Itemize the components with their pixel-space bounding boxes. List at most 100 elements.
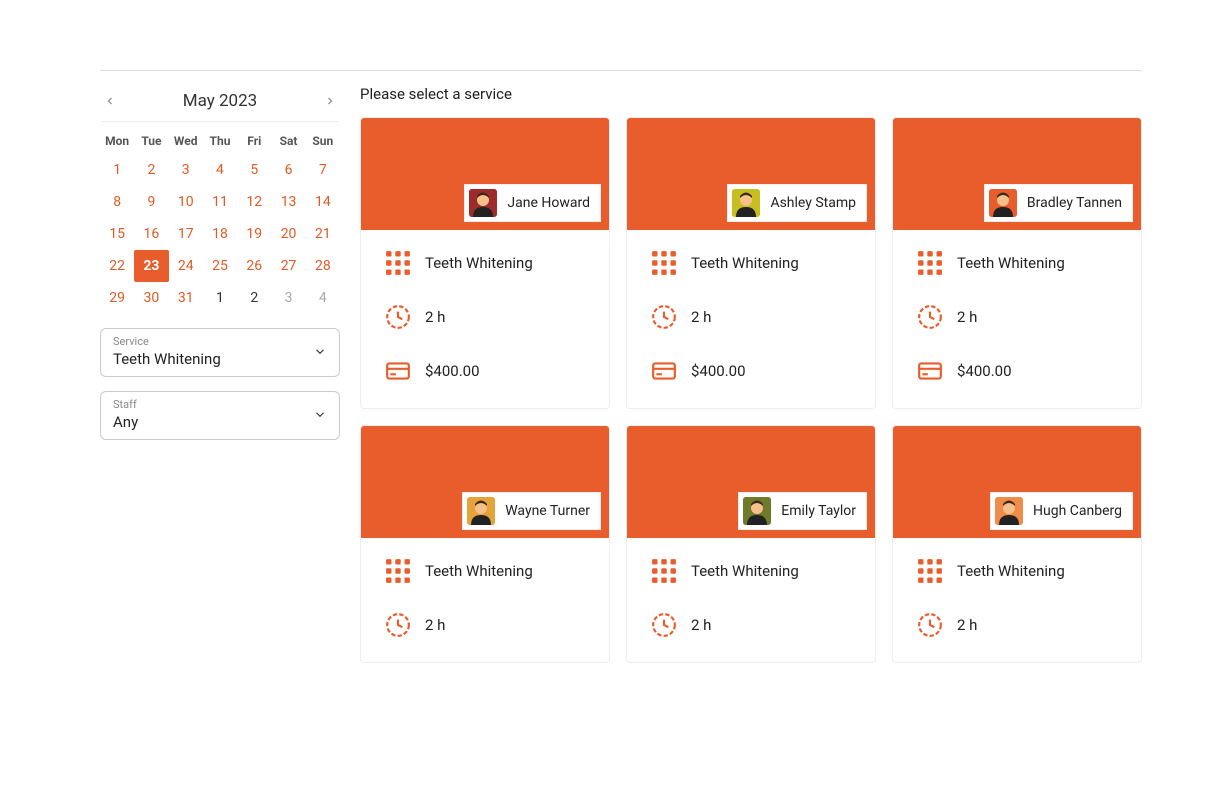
chevron-left-icon <box>104 95 116 107</box>
calendar-day[interactable]: 27 <box>271 250 305 282</box>
calendar-day[interactable]: 1 <box>100 154 134 186</box>
calendar-day[interactable]: 23 <box>134 250 168 282</box>
card-header: Emily Taylor <box>627 426 875 538</box>
card-service-row: Teeth Whitening <box>651 558 851 584</box>
calendar-title: May 2023 <box>183 91 257 111</box>
payment-card-icon <box>917 358 943 384</box>
card-duration: 2 h <box>425 308 445 326</box>
calendar-day[interactable]: 4 <box>203 154 237 186</box>
card-service: Teeth Whitening <box>691 562 799 580</box>
calendar-day[interactable]: 12 <box>237 186 271 218</box>
calendar-day[interactable]: 21 <box>306 218 340 250</box>
staff-select[interactable]: Staff Any <box>100 391 340 440</box>
card-service: Teeth Whitening <box>957 254 1065 272</box>
calendar-day[interactable]: 29 <box>100 282 134 314</box>
clock-icon <box>385 304 411 330</box>
calendar-day[interactable]: 30 <box>134 282 168 314</box>
card-header: Wayne Turner <box>361 426 609 538</box>
service-card[interactable]: Jane Howard Teeth Whitening 2 h $400.00 <box>360 117 610 409</box>
card-body: Teeth Whitening 2 h <box>893 538 1141 662</box>
calendar-day[interactable]: 5 <box>237 154 271 186</box>
card-body: Teeth Whitening 2 h $400.00 <box>627 230 875 408</box>
card-service-row: Teeth Whitening <box>385 250 585 276</box>
calendar-day[interactable]: 9 <box>134 186 168 218</box>
card-duration-row: 2 h <box>651 612 851 638</box>
main: Please select a service Jane Howard Teet… <box>360 85 1142 663</box>
card-duration-row: 2 h <box>651 304 851 330</box>
calendar-day[interactable]: 16 <box>134 218 168 250</box>
service-card[interactable]: Emily Taylor Teeth Whitening 2 h <box>626 425 876 663</box>
staff-name: Jane Howard <box>507 195 590 211</box>
staff-name: Emily Taylor <box>781 503 856 519</box>
payment-card-icon <box>385 358 411 384</box>
calendar-day[interactable]: 15 <box>100 218 134 250</box>
prompt-text: Please select a service <box>360 85 1142 103</box>
calendar-day[interactable]: 10 <box>169 186 203 218</box>
card-duration: 2 h <box>957 616 977 634</box>
calendar-day[interactable]: 8 <box>100 186 134 218</box>
calendar-day[interactable]: 2 <box>237 282 271 314</box>
grid-icon <box>385 558 411 584</box>
card-price: $400.00 <box>691 362 746 380</box>
sidebar: May 2023 MonTueWedThuFriSatSun1234567891… <box>100 85 340 440</box>
card-duration-row: 2 h <box>385 612 585 638</box>
calendar-day[interactable]: 24 <box>169 250 203 282</box>
calendar-day[interactable]: 7 <box>306 154 340 186</box>
calendar-day[interactable]: 17 <box>169 218 203 250</box>
staff-name: Wayne Turner <box>505 503 590 519</box>
avatar <box>995 497 1023 525</box>
calendar-day[interactable]: 22 <box>100 250 134 282</box>
calendar-day[interactable]: 31 <box>169 282 203 314</box>
card-price-row: $400.00 <box>651 358 851 384</box>
calendar-day[interactable]: 25 <box>203 250 237 282</box>
calendar-weekday: Mon <box>100 128 134 154</box>
service-card[interactable]: Wayne Turner Teeth Whitening 2 h <box>360 425 610 663</box>
staff-chip: Ashley Stamp <box>727 184 867 222</box>
staff-chip: Wayne Turner <box>462 492 601 530</box>
staff-chip: Emily Taylor <box>738 492 867 530</box>
top-divider <box>100 70 1142 71</box>
calendar-day[interactable]: 13 <box>271 186 305 218</box>
calendar-day[interactable]: 20 <box>271 218 305 250</box>
calendar-day[interactable]: 26 <box>237 250 271 282</box>
grid-icon <box>651 558 677 584</box>
calendar-weekday: Sat <box>271 128 305 154</box>
calendar-day[interactable]: 28 <box>306 250 340 282</box>
calendar-day[interactable]: 1 <box>203 282 237 314</box>
calendar-day[interactable]: 3 <box>271 282 305 314</box>
calendar-prev-button[interactable] <box>104 92 116 111</box>
service-select[interactable]: Service Teeth Whitening <box>100 328 340 377</box>
calendar-next-button[interactable] <box>324 92 336 111</box>
calendar-day[interactable]: 2 <box>134 154 168 186</box>
card-service: Teeth Whitening <box>425 562 533 580</box>
service-select-label: Service <box>113 335 327 348</box>
calendar-day[interactable]: 18 <box>203 218 237 250</box>
chevron-right-icon <box>324 95 336 107</box>
calendar-day[interactable]: 14 <box>306 186 340 218</box>
card-service: Teeth Whitening <box>691 254 799 272</box>
calendar-day[interactable]: 19 <box>237 218 271 250</box>
card-price: $400.00 <box>425 362 480 380</box>
calendar-day[interactable]: 4 <box>306 282 340 314</box>
card-service-row: Teeth Whitening <box>651 250 851 276</box>
calendar-day[interactable]: 11 <box>203 186 237 218</box>
service-card[interactable]: Bradley Tannen Teeth Whitening 2 h $400.… <box>892 117 1142 409</box>
card-service-row: Teeth Whitening <box>385 558 585 584</box>
avatar <box>467 497 495 525</box>
staff-name: Ashley Stamp <box>770 195 856 211</box>
payment-card-icon <box>651 358 677 384</box>
card-header: Ashley Stamp <box>627 118 875 230</box>
calendar-day[interactable]: 3 <box>169 154 203 186</box>
calendar-day[interactable]: 6 <box>271 154 305 186</box>
avatar <box>469 189 497 217</box>
card-price: $400.00 <box>957 362 1012 380</box>
grid-icon <box>917 250 943 276</box>
service-cards: Jane Howard Teeth Whitening 2 h $400.00 … <box>360 117 1142 663</box>
card-price-row: $400.00 <box>917 358 1117 384</box>
service-card[interactable]: Hugh Canberg Teeth Whitening 2 h <box>892 425 1142 663</box>
staff-chip: Jane Howard <box>464 184 601 222</box>
card-header: Jane Howard <box>361 118 609 230</box>
card-service: Teeth Whitening <box>957 562 1065 580</box>
avatar <box>743 497 771 525</box>
service-card[interactable]: Ashley Stamp Teeth Whitening 2 h $400.00 <box>626 117 876 409</box>
